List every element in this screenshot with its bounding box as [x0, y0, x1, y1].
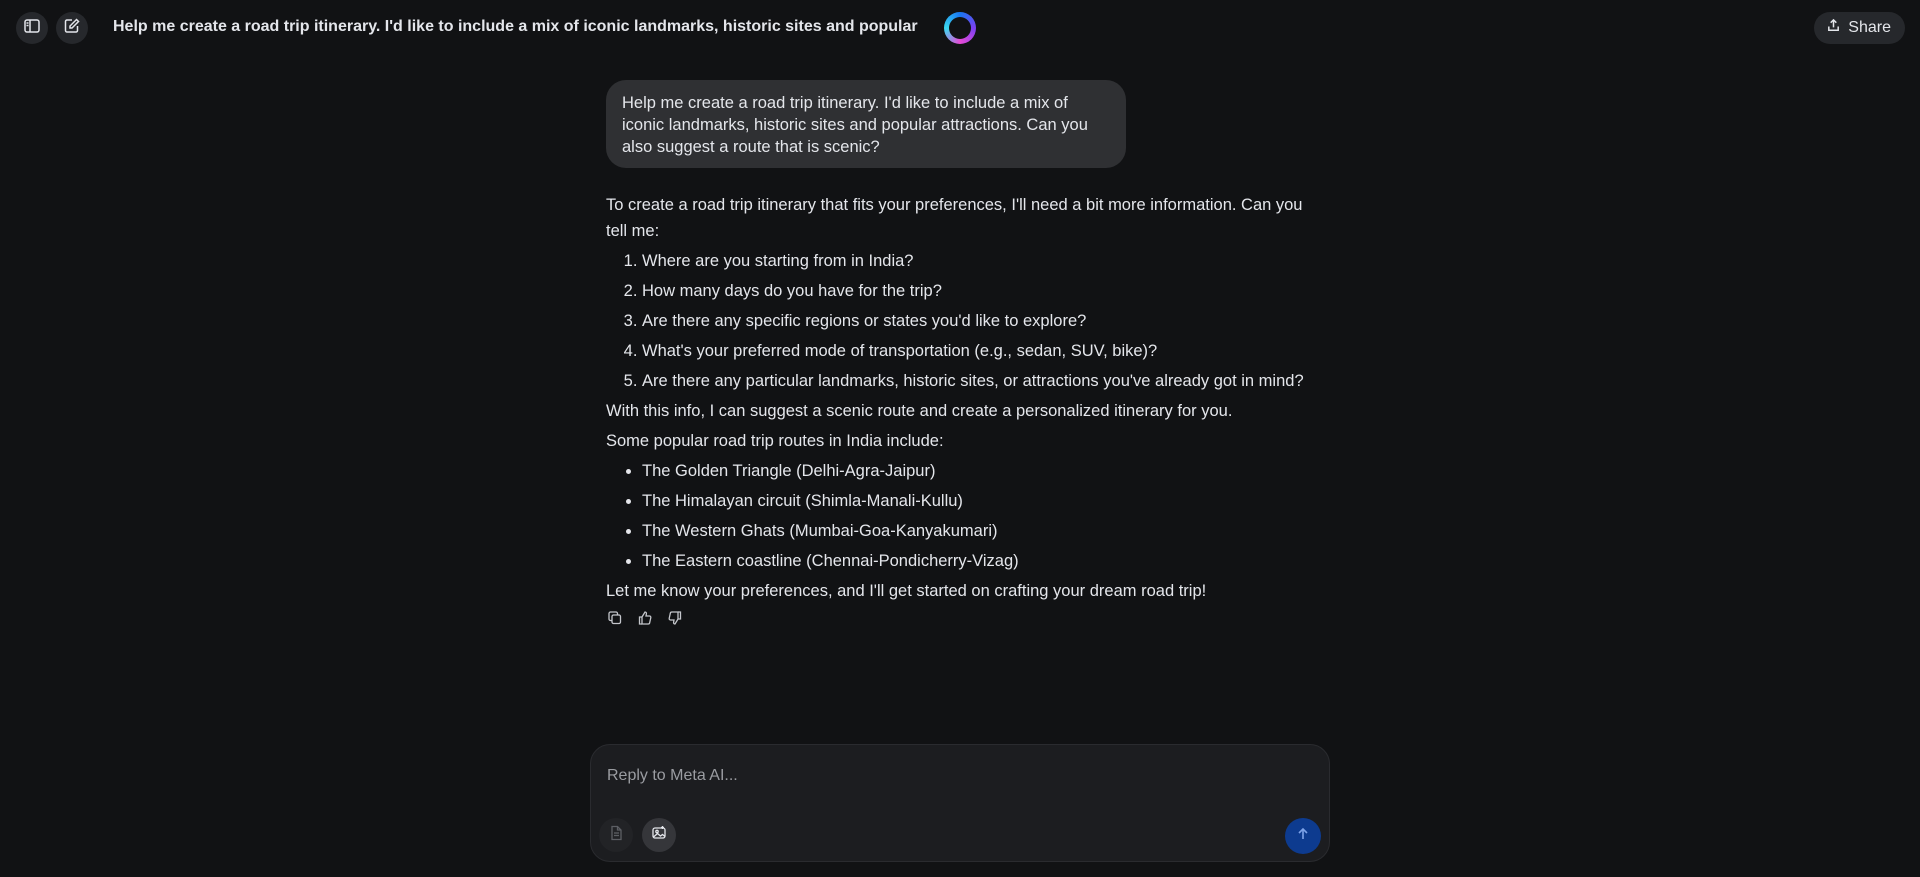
thumbs-down-button[interactable]: [666, 610, 684, 631]
list-item: The Golden Triangle (Delhi-Agra-Jaipur): [642, 458, 1306, 484]
meta-ai-logo: [944, 12, 976, 44]
route-list: The Golden Triangle (Delhi-Agra-Jaipur) …: [606, 458, 1306, 574]
list-item: What's your preferred mode of transporta…: [642, 338, 1306, 364]
message-actions: [606, 610, 684, 631]
user-message-bubble: Help me create a road trip itinerary. I'…: [606, 80, 1126, 168]
share-button[interactable]: Share: [1814, 12, 1905, 44]
share-icon: [1826, 18, 1841, 38]
reply-composer: [590, 744, 1330, 862]
assistant-closing: Let me know your preferences, and I'll g…: [606, 582, 1207, 600]
copy-button[interactable]: [606, 610, 624, 631]
question-list: Where are you starting from in India? Ho…: [606, 248, 1306, 394]
image-generate-icon: [651, 825, 667, 846]
routes-intro: Some popular road trip routes in India i…: [606, 432, 944, 450]
attach-document-icon: [608, 825, 624, 846]
list-item: How many days do you have for the trip?: [642, 278, 1306, 304]
assistant-message: To create a road trip itinerary that fit…: [606, 192, 1306, 608]
list-item: Are there any specific regions or states…: [642, 308, 1306, 334]
share-label: Share: [1848, 19, 1891, 36]
thumbs-down-icon: [667, 610, 683, 631]
reply-input[interactable]: [607, 763, 1287, 789]
arrow-up-icon: [1296, 827, 1310, 846]
meta-ai-chat-window: Help me create a road trip itinerary. I'…: [0, 0, 1920, 877]
thumbs-up-button[interactable]: [636, 610, 654, 631]
list-item: The Eastern coastline (Chennai-Pondicher…: [642, 548, 1306, 574]
assistant-intro: To create a road trip itinerary that fit…: [606, 196, 1303, 240]
list-item: The Himalayan circuit (Shimla-Manali-Kul…: [642, 488, 1306, 514]
top-bar: Help me create a road trip itinerary. I'…: [0, 0, 1920, 56]
conversation-title: Help me create a road trip itinerary. I'…: [113, 18, 919, 35]
list-item: Are there any particular landmarks, hist…: [642, 368, 1306, 394]
new-chat-icon: [63, 17, 81, 40]
list-item: The Western Ghats (Mumbai-Goa-Kanyakumar…: [642, 518, 1306, 544]
assistant-followup: With this info, I can suggest a scenic r…: [606, 402, 1233, 420]
copy-icon: [607, 610, 623, 631]
new-chat-button[interactable]: [56, 12, 88, 44]
list-item: Where are you starting from in India?: [642, 248, 1306, 274]
sidebar-toggle-icon: [23, 17, 41, 40]
sidebar-toggle-button[interactable]: [16, 12, 48, 44]
image-generate-button[interactable]: [642, 818, 676, 852]
thumbs-up-icon: [637, 610, 653, 631]
attach-document-button[interactable]: [599, 818, 633, 852]
send-button[interactable]: [1285, 818, 1321, 854]
